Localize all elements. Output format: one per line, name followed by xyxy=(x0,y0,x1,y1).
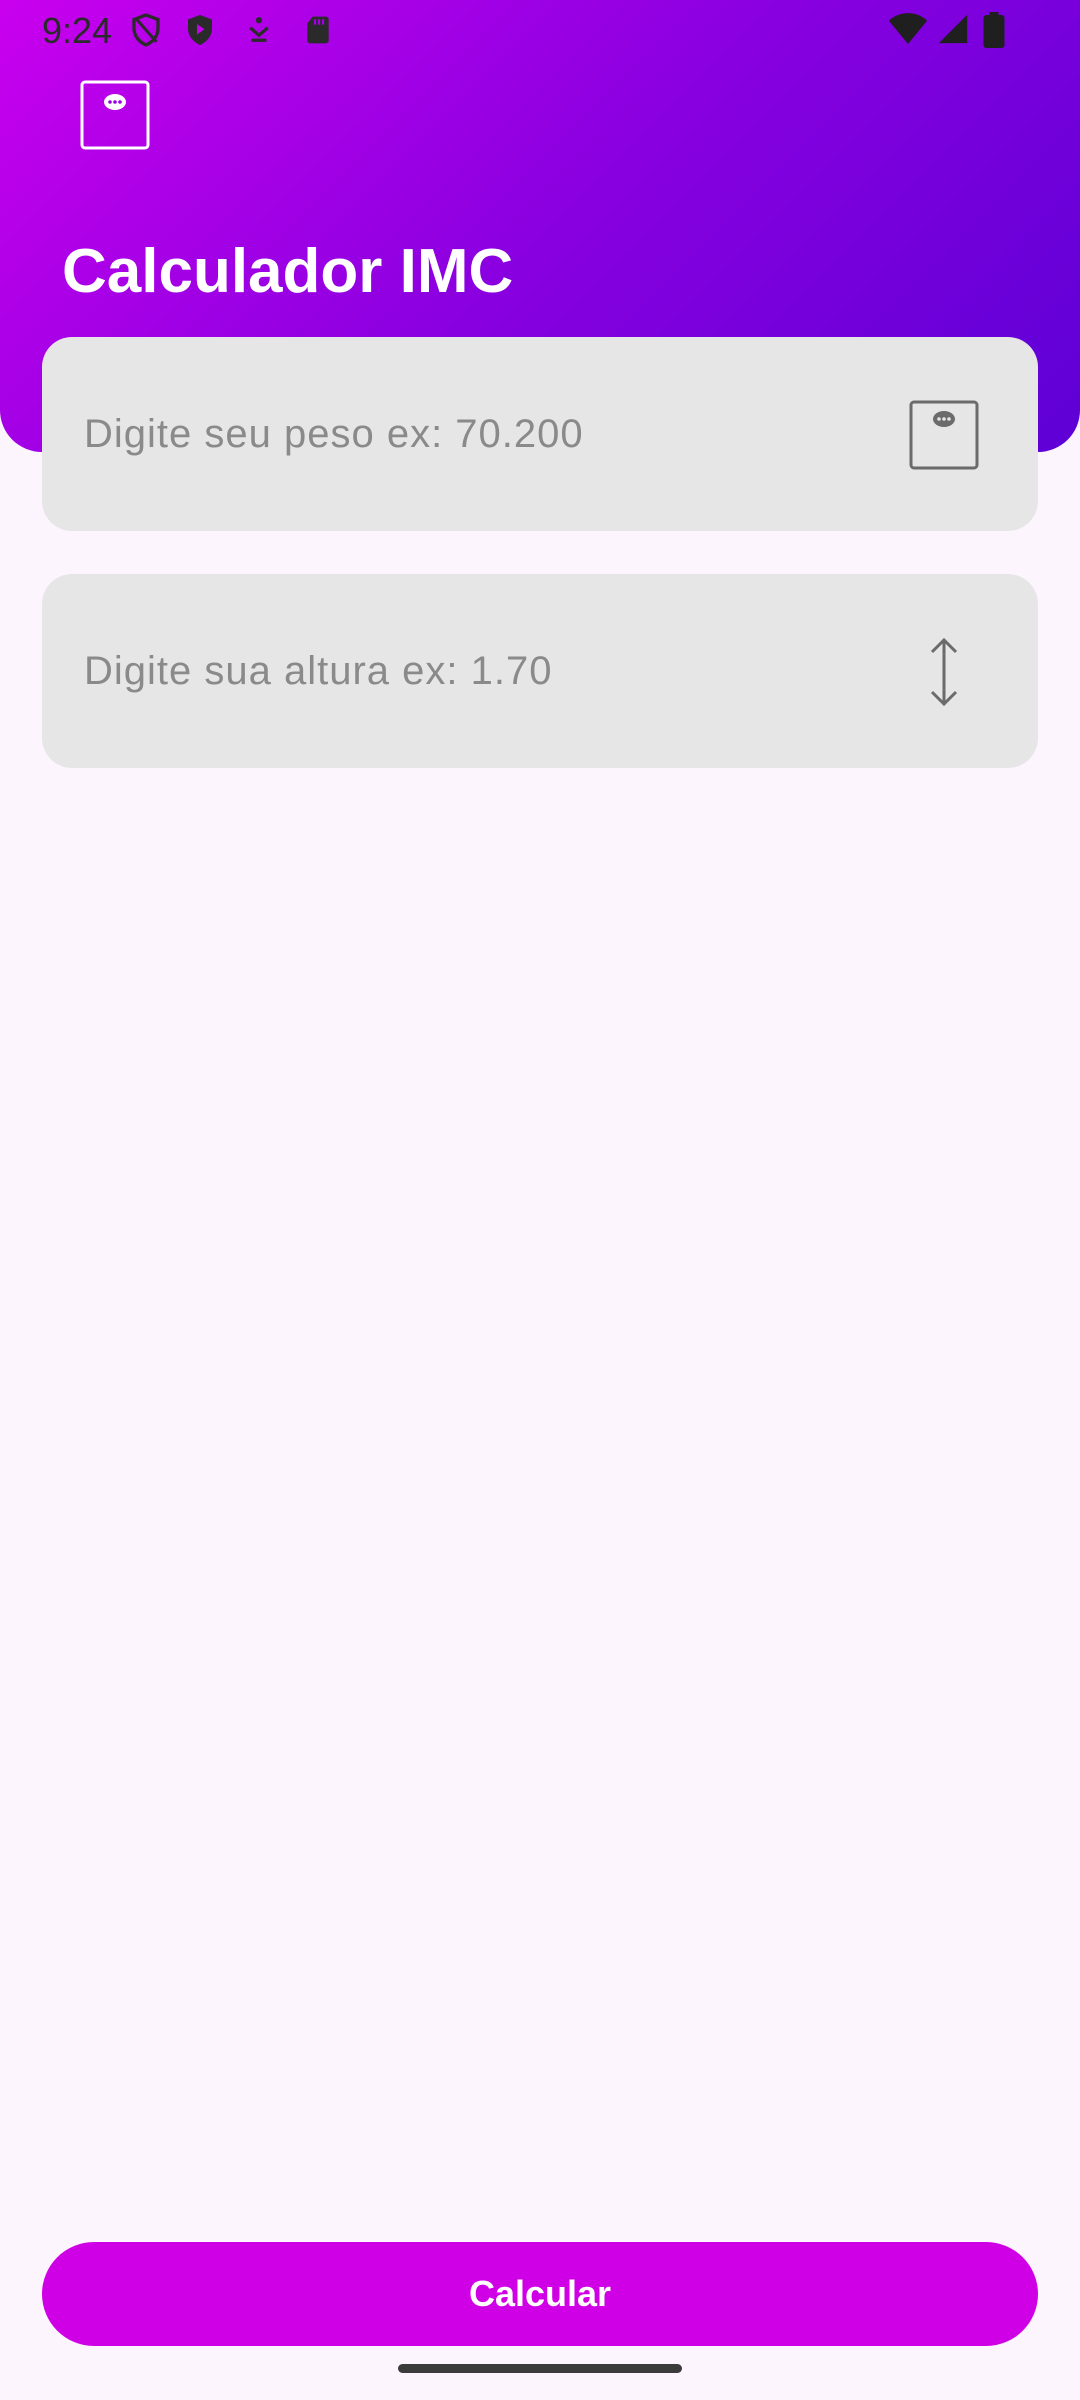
vertical-arrows-icon xyxy=(930,637,958,707)
shield-outline-icon xyxy=(132,13,160,47)
play-shield-icon xyxy=(188,15,212,45)
weight-placeholder: Digite seu peso ex: 70.200 xyxy=(84,412,584,456)
status-time: 9:24 xyxy=(42,10,113,51)
wifi-icon xyxy=(888,13,928,44)
status-bar: 9:24 xyxy=(0,0,1080,62)
sd-card-icon xyxy=(307,16,329,44)
signal-icon xyxy=(938,14,968,44)
calculate-button[interactable]: Calcular xyxy=(42,2242,1038,2346)
home-indicator[interactable] xyxy=(398,2364,682,2373)
height-placeholder: Digite sua altura ex: 1.70 xyxy=(84,649,553,693)
weight-input[interactable]: Digite seu peso ex: 70.200 xyxy=(42,337,1038,531)
page-title: Calculador IMC xyxy=(62,237,514,306)
height-input[interactable]: Digite sua altura ex: 1.70 xyxy=(42,574,1038,768)
battery-icon xyxy=(983,12,1005,48)
app-scale-icon xyxy=(80,80,150,150)
scale-icon xyxy=(909,400,979,470)
download-icon xyxy=(249,17,269,42)
